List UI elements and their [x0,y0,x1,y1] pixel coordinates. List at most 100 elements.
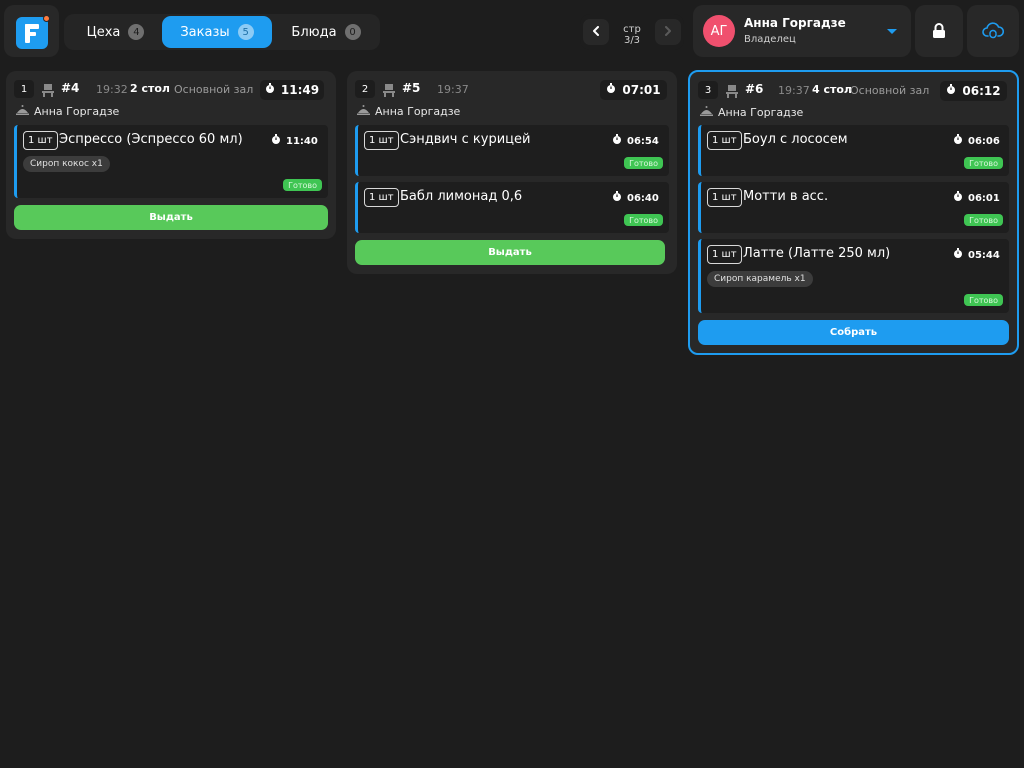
order-time: 19:32 [96,83,128,96]
order-waiter: Анна Горгадзе [357,104,460,119]
item-modifier: Сироп кокос x1 [23,156,110,172]
order-index: 1 [14,80,34,98]
waiter-icon [357,104,370,119]
item-timer: 05:44 [953,248,1000,262]
app-logo [16,15,50,49]
stopwatch-icon [612,191,622,205]
order-table: 4 стол [812,83,852,96]
item-name: Боул с лососем [743,132,848,147]
item-quantity: 1 шт [364,131,399,150]
waiter-name: Анна Горгадзе [34,105,120,118]
order-card-header: 3 #6 19:37 4 стол Основной зал 06:12 [690,72,1017,108]
prev-page-button[interactable] [583,19,609,45]
cloud-sync-button[interactable] [967,5,1019,57]
item-quantity: 1 шт [707,245,742,264]
item-quantity: 1 шт [364,188,399,207]
order-timer-value: 06:12 [962,84,1001,98]
status-badge: Готово [964,294,1003,306]
order-item[interactable]: 1 шт Латте (Латте 250 мл) 05:44 Сироп ка… [698,239,1009,313]
stopwatch-icon [953,134,963,148]
notification-dot-icon [43,15,50,22]
item-timer-value: 06:06 [968,135,1000,147]
stopwatch-icon [612,134,622,148]
status-badge: Готово [964,157,1003,169]
item-modifier: Сироп карамель x1 [707,271,813,287]
order-time: 19:37 [437,83,469,96]
next-page-button[interactable] [655,19,681,45]
tab-orders[interactable]: Заказы 5 [162,16,272,48]
status-badge: Готово [624,157,663,169]
stopwatch-icon [271,134,281,148]
order-number: #4 [61,81,80,95]
tab-count-badge: 4 [128,24,145,40]
item-timer-value: 06:54 [627,135,659,147]
stopwatch-icon [606,83,616,97]
page-indicator: стр 3/3 [623,24,641,46]
tab-label: Заказы [180,24,230,40]
tab-label: Блюда [291,24,337,40]
issue-order-button[interactable]: Выдать [355,240,665,265]
waiter-icon [700,105,713,120]
chair-icon [41,82,55,101]
order-item[interactable]: 1 шт Боул с лососем 06:06 Готово [698,125,1009,176]
item-name: Эспрессо (Эспрессо 60 мл) [59,132,243,147]
order-number: #6 [745,82,764,96]
cloud-sync-icon [967,5,1019,57]
order-item[interactable]: 1 шт Эспрессо (Эспрессо 60 мл) 11:40 Сир… [14,125,328,198]
stopwatch-icon [946,84,956,98]
order-time: 19:37 [778,84,810,97]
top-bar: Цеха 4 Заказы 5 Блюда 0 стр 3/3 АГ Анна … [0,0,1024,62]
stopwatch-icon [953,248,963,262]
order-card[interactable]: 3 #6 19:37 4 стол Основной зал 06:12 Анн… [688,70,1019,355]
item-quantity: 1 шт [23,131,58,150]
status-badge: Готово [283,179,322,191]
assemble-order-button[interactable]: Собрать [698,320,1009,345]
order-timer-value: 07:01 [622,83,661,97]
order-number: #5 [402,81,421,95]
status-badge: Готово [624,214,663,226]
stopwatch-icon [265,83,275,97]
order-card[interactable]: 2 #5 19:37 07:01 Анна Горгадзе 1 шт Сэнд… [347,71,677,274]
waiter-name: Анна Горгадзе [375,105,461,118]
order-waiter: Анна Горгадзе [700,105,803,120]
order-table: 2 стол [130,82,170,95]
tab-label: Цеха [86,24,121,40]
item-timer: 06:06 [953,134,1000,148]
item-name: Сэндвич с курицей [400,132,531,147]
logo-panel [4,5,59,57]
order-item[interactable]: 1 шт Мотти в асс. 06:01 Готово [698,182,1009,233]
user-menu[interactable]: АГ Анна Горгадзе Владелец [693,5,911,57]
item-timer-value: 06:40 [627,192,659,204]
order-item[interactable]: 1 шт Бабл лимонад 0,6 06:40 Готово [355,182,669,233]
item-timer: 11:40 [271,134,318,148]
chair-icon [725,83,739,102]
order-card-header: 1 #4 19:32 2 стол Основной зал 11:49 [6,71,336,107]
order-card-header: 2 #5 19:37 07:01 [347,71,677,107]
tab-dishes[interactable]: Блюда 0 [276,16,376,48]
item-timer-value: 05:44 [968,249,1000,261]
avatar: АГ [703,15,735,47]
order-hall: Основной зал [850,84,930,97]
order-card[interactable]: 1 #4 19:32 2 стол Основной зал 11:49 Анн… [6,71,336,239]
item-timer-value: 11:40 [286,135,318,147]
order-index: 2 [355,80,375,98]
item-timer: 06:40 [612,191,659,205]
waiter-name: Анна Горгадзе [718,106,804,119]
tab-count-badge: 5 [237,24,254,40]
item-quantity: 1 шт [707,131,742,150]
item-name: Бабл лимонад 0,6 [400,189,523,204]
item-quantity: 1 шт [707,188,742,207]
item-timer: 06:54 [612,134,659,148]
caret-down-icon [887,29,897,34]
tab-workshops[interactable]: Цеха 4 [68,16,163,48]
issue-order-button[interactable]: Выдать [14,205,328,230]
waiter-icon [16,104,29,119]
lock-icon [915,5,963,57]
chair-icon [382,82,396,101]
order-waiter: Анна Горгадзе [16,104,119,119]
lock-button[interactable] [915,5,963,57]
order-timer: 11:49 [260,80,324,100]
order-item[interactable]: 1 шт Сэндвич с курицей 06:54 Готово [355,125,669,176]
order-timer: 07:01 [600,80,667,100]
order-hall: Основной зал [174,83,254,96]
